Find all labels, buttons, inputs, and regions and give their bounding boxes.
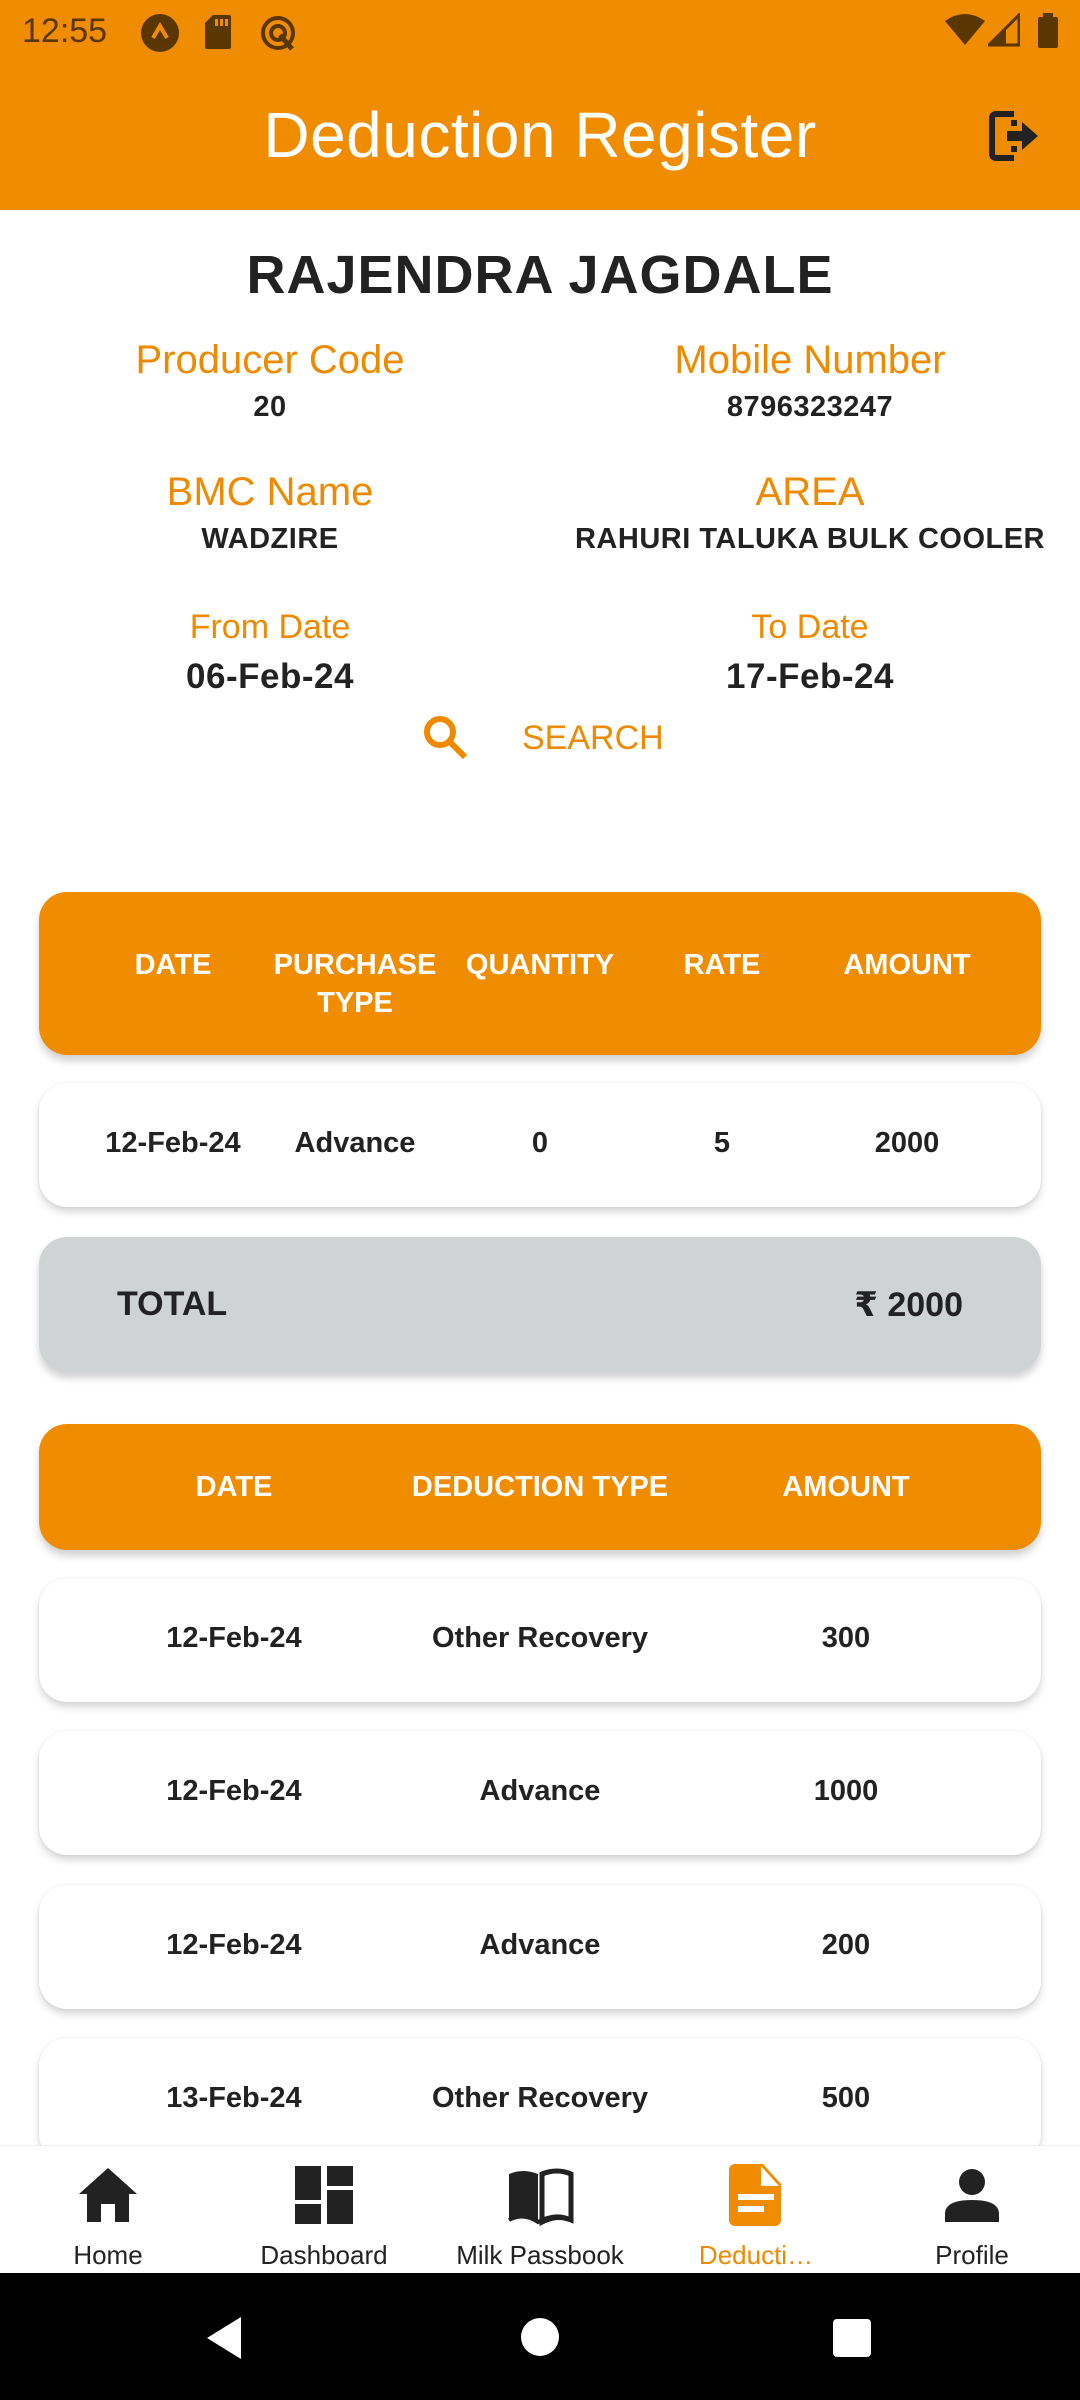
deduction-table-row[interactable]: 12-Feb-24 Advance 200: [39, 1885, 1041, 2009]
purchase-row-type: Advance: [294, 1127, 416, 1159]
to-date-label: To Date: [751, 608, 869, 646]
deduction-row-type: Other Recovery: [432, 1622, 648, 1654]
bmc-name-field: BMC Name WADZIRE: [0, 470, 540, 556]
battery-icon: [1038, 13, 1058, 48]
nav-item-dashboard[interactable]: Dashboard: [216, 2146, 432, 2274]
deduction-header-date: DATE: [195, 1471, 273, 1503]
purchase-header-quantity: QUANTITY: [465, 949, 615, 981]
status-time: 12:55: [22, 12, 108, 50]
area-field: AREA RAHURI TALUKA BULK COOLER: [540, 470, 1080, 556]
nav-item-milk-passbook[interactable]: Milk Passbook: [432, 2146, 648, 2274]
app-notification-icon: [141, 14, 179, 52]
deduction-row-date: 13-Feb-24: [166, 2082, 302, 2114]
nav-label-deduction: Deducti…: [698, 2240, 814, 2270]
book-icon: [508, 2168, 574, 2227]
document-icon: [729, 2164, 781, 2226]
nav-item-profile[interactable]: Profile: [864, 2146, 1080, 2274]
search-label: SEARCH: [522, 718, 664, 757]
deduction-row-amount: 200: [821, 1929, 871, 1961]
purchase-header-amount: AMOUNT: [843, 949, 971, 981]
dashboard-icon: [295, 2166, 353, 2224]
producer-code-label: Producer Code: [135, 338, 405, 382]
deduction-table-row[interactable]: 12-Feb-24 Advance 1000: [39, 1731, 1041, 1855]
purchase-header-rate: RATE: [683, 949, 761, 981]
back-icon[interactable]: [203, 2315, 243, 2361]
main-content: RAJENDRA JAGDALE Producer Code 20 Mobile…: [0, 210, 1080, 2145]
mobile-number-field: Mobile Number 8796323247: [540, 338, 1080, 424]
page-title: Deduction Register: [263, 99, 817, 171]
cell-signal-icon: [988, 13, 1020, 47]
purchase-row-amount: 2000: [874, 1127, 940, 1159]
system-nav-bar: [0, 2273, 1080, 2400]
mobile-number-value: 8796323247: [726, 391, 894, 423]
app-bar: Deduction Register: [0, 62, 1080, 210]
purchase-table-header: DATE PURCHASE TYPE QUANTITY RATE AMOUNT: [39, 892, 1041, 1055]
deduction-row-date: 12-Feb-24: [166, 1622, 302, 1654]
logout-button[interactable]: [984, 106, 1044, 166]
purchase-header-date: DATE: [134, 949, 212, 981]
home-icon: [79, 2168, 137, 2222]
deduction-table-row[interactable]: 13-Feb-24 Other Recovery 500: [39, 2038, 1041, 2145]
vpn-key-icon: [261, 16, 295, 51]
search-button[interactable]: SEARCH: [420, 708, 664, 768]
producer-code-field: Producer Code 20: [0, 338, 540, 424]
deduction-row-amount: 300: [821, 1622, 871, 1654]
producer-code-value: 20: [253, 391, 287, 423]
deduction-row-date: 12-Feb-24: [166, 1775, 302, 1807]
nav-label-dashboard: Dashboard: [260, 2240, 388, 2270]
nav-item-deduction[interactable]: Deducti…: [648, 2146, 864, 2274]
producer-name: RAJENDRA JAGDALE: [246, 245, 834, 305]
total-card: TOTAL ₹ 2000: [39, 1237, 1041, 1372]
search-icon: [424, 716, 468, 760]
recents-icon[interactable]: [832, 2318, 872, 2358]
purchase-row-rate: 5: [713, 1127, 731, 1159]
nav-label-home: Home: [73, 2240, 143, 2270]
purchase-row-date: 12-Feb-24: [105, 1127, 241, 1159]
from-date-value[interactable]: 06-Feb-24: [0, 657, 540, 697]
deduction-row-type: Advance: [479, 1929, 601, 1961]
from-date-field[interactable]: From Date 06-Feb-24: [0, 608, 540, 697]
bottom-nav: Home Dashboard Milk Passbook Deducti… Pr…: [0, 2145, 1080, 2273]
status-bar: 12:55: [0, 0, 1080, 62]
deduction-header-type: DEDUCTION TYPE: [411, 1471, 669, 1503]
deduction-row-type: Other Recovery: [432, 2082, 648, 2114]
to-date-value[interactable]: 17-Feb-24: [540, 657, 1080, 697]
wifi-icon: [945, 14, 985, 45]
bmc-name-label: BMC Name: [166, 470, 374, 514]
deduction-row-amount: 1000: [813, 1775, 879, 1807]
deduction-row-amount: 500: [821, 2082, 871, 2114]
area-value: RAHURI TALUKA BULK COOLER: [574, 523, 1045, 555]
sd-card-icon: [205, 15, 231, 49]
nav-label-milk-passbook: Milk Passbook: [456, 2240, 624, 2270]
nav-item-home[interactable]: Home: [0, 2146, 216, 2274]
mobile-number-label: Mobile Number: [674, 338, 946, 382]
nav-label-profile: Profile: [935, 2240, 1009, 2270]
deduction-header-amount: AMOUNT: [782, 1471, 910, 1503]
total-value: ₹ 2000: [854, 1286, 963, 1324]
to-date-field[interactable]: To Date 17-Feb-24: [540, 608, 1080, 697]
person-icon: [945, 2169, 999, 2222]
deduction-table-row[interactable]: 12-Feb-24 Other Recovery 300: [39, 1578, 1041, 1702]
bmc-name-value: WADZIRE: [201, 523, 339, 555]
deduction-row-date: 12-Feb-24: [166, 1929, 302, 1961]
purchase-header-purchase-type: PURCHASE TYPE: [273, 949, 437, 1019]
deduction-table-header: DATE DEDUCTION TYPE AMOUNT: [39, 1424, 1041, 1550]
purchase-table-row[interactable]: 12-Feb-24 Advance 0 5 2000: [39, 1083, 1041, 1207]
purchase-row-quantity: 0: [531, 1127, 549, 1159]
from-date-label: From Date: [189, 608, 351, 646]
deduction-row-type: Advance: [479, 1775, 601, 1807]
home-circle-icon[interactable]: [520, 2317, 560, 2357]
area-label: AREA: [755, 470, 865, 514]
logout-icon: [989, 111, 1038, 161]
total-label: TOTAL: [117, 1285, 228, 1323]
